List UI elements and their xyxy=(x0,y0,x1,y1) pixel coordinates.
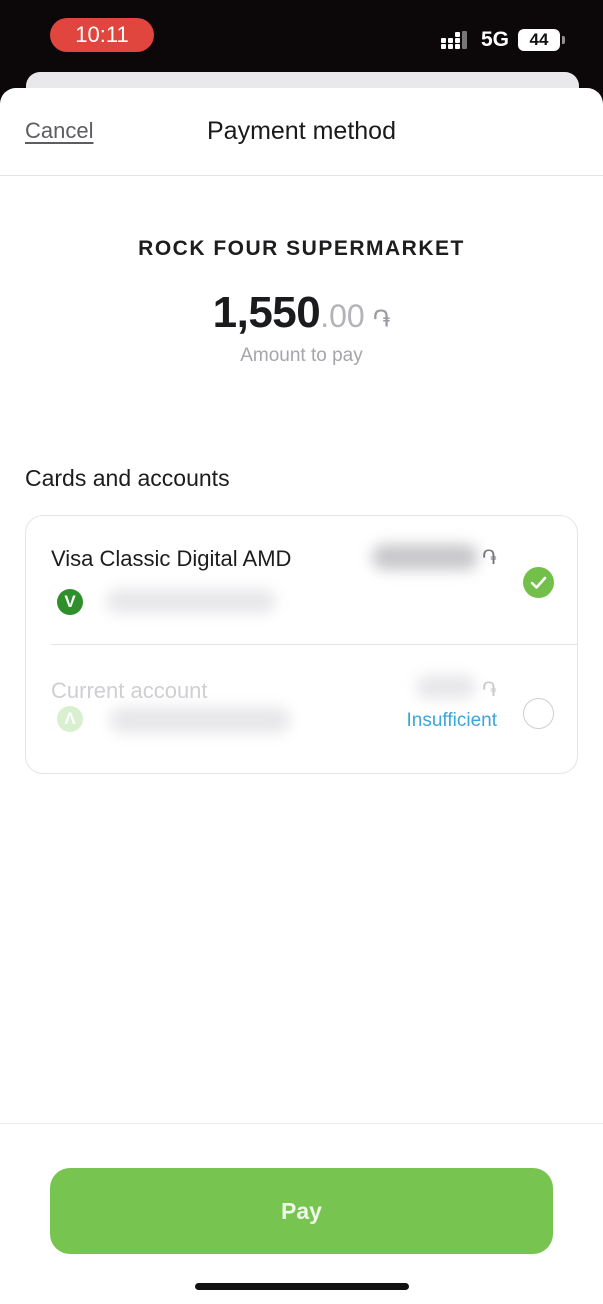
merchant-name: ROCK FOUR SUPERMARKET xyxy=(138,237,465,260)
amount-display: 1,550.00 ֏ xyxy=(0,288,603,348)
account-name: Current account xyxy=(51,678,208,703)
section-title: Cards and accounts xyxy=(25,465,230,491)
radio-unselected-icon[interactable] xyxy=(523,698,554,729)
account-name: Visa Classic Digital AMD xyxy=(51,546,292,571)
amount-caption: Amount to pay xyxy=(240,345,363,366)
amount-integer: 1,550 xyxy=(212,288,321,337)
battery-cap xyxy=(562,36,565,44)
nav-bar: Cancel Payment method xyxy=(0,88,603,176)
page-title: Payment method xyxy=(207,117,396,145)
account-badge-icon: Λ xyxy=(57,706,83,732)
payment-sheet: Cancel Payment method ROCK FOUR SUPERMAR… xyxy=(0,88,603,1304)
home-indicator xyxy=(195,1283,409,1290)
accounts-list: Visa Classic Digital AMD ֏ V Current acc… xyxy=(25,515,578,774)
account-option-current[interactable]: Current account ֏ Λ Insufficient xyxy=(26,645,577,773)
visa-badge-icon: V xyxy=(57,589,83,615)
network-label: 5G xyxy=(481,28,510,51)
currency-icon: ֏ xyxy=(482,679,497,701)
balance-redacted xyxy=(416,675,476,699)
selected-check-icon[interactable] xyxy=(523,567,554,598)
currency-icon: ֏ xyxy=(372,306,391,333)
account-option-visa[interactable]: Visa Classic Digital AMD ֏ V xyxy=(26,516,577,644)
currency-icon: ֏ xyxy=(482,547,497,569)
battery-icon: 44 xyxy=(518,29,560,51)
status-bar: 10:11 5G 44 xyxy=(0,0,603,80)
signal-icon xyxy=(441,31,471,51)
card-number-redacted xyxy=(106,589,276,613)
pay-button[interactable]: Pay xyxy=(50,1168,553,1254)
status-time: 10:11 xyxy=(50,18,154,52)
checkmark-icon xyxy=(530,576,547,589)
balance-redacted xyxy=(372,544,478,570)
amount-decimal: .00 xyxy=(320,298,365,334)
footer-divider xyxy=(0,1123,603,1124)
account-number-redacted xyxy=(110,707,290,733)
insufficient-label: Insufficient xyxy=(406,710,497,731)
